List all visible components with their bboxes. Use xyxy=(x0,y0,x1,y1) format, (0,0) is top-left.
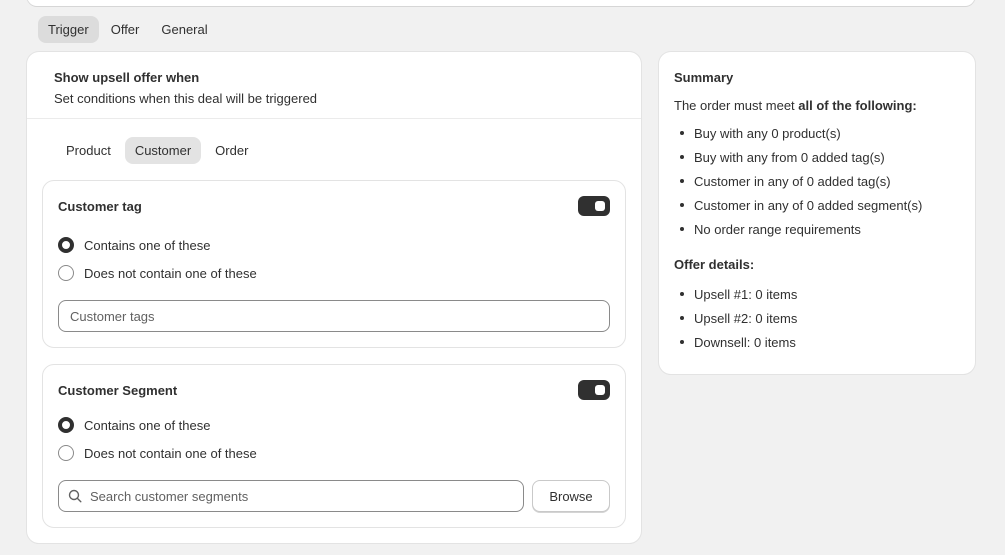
browse-button[interactable]: Browse xyxy=(532,480,610,512)
list-item: Buy with any 0 product(s) xyxy=(679,121,960,145)
radio-not-contains[interactable]: Does not contain one of these xyxy=(58,265,257,281)
list-item: Customer in any of 0 added segment(s) xyxy=(679,193,960,217)
radio-label: Contains one of these xyxy=(84,237,211,253)
customer-tags-input[interactable]: Customer tags xyxy=(58,300,610,332)
radio-unchecked-icon[interactable] xyxy=(58,265,74,281)
intro-prefix: The order must meet xyxy=(674,98,799,113)
tab-general[interactable]: General xyxy=(151,16,217,43)
customer-tag-toggle[interactable] xyxy=(578,196,610,216)
radio-contains[interactable]: Contains one of these xyxy=(58,417,210,433)
condition-tabs: Product Customer Order xyxy=(56,137,258,164)
section-title: Customer Segment xyxy=(58,383,178,398)
tab-customer[interactable]: Customer xyxy=(124,137,202,164)
radio-label: Contains one of these xyxy=(84,417,211,433)
summary-title: Summary xyxy=(674,70,734,85)
list-item: Downsell: 0 items xyxy=(679,330,960,354)
segment-search-input[interactable]: Search customer segments xyxy=(58,480,524,512)
customer-segment-section: Customer Segment Contains one of these D… xyxy=(42,364,626,528)
summary-intro: The order must meet all of the following… xyxy=(674,98,960,113)
list-item: Buy with any from 0 added tag(s) xyxy=(679,145,960,169)
radio-unchecked-icon[interactable] xyxy=(58,445,74,461)
list-item: Upsell #2: 0 items xyxy=(679,306,960,330)
main-tabs: Trigger Offer General xyxy=(38,16,218,43)
tab-product[interactable]: Product xyxy=(56,137,121,164)
card-header: Show upsell offer when Set conditions wh… xyxy=(27,52,641,119)
radio-label: Does not contain one of these xyxy=(84,265,257,281)
card-title: Show upsell offer when xyxy=(54,70,200,85)
input-placeholder: Search customer segments xyxy=(90,488,249,504)
offer-list: Upsell #1: 0 items Upsell #2: 0 items Do… xyxy=(674,282,960,354)
summary-list: Buy with any 0 product(s) Buy with any f… xyxy=(674,121,960,241)
tab-order[interactable]: Order xyxy=(205,137,258,164)
list-item: Upsell #1: 0 items xyxy=(679,282,960,306)
card-subtitle: Set conditions when this deal will be tr… xyxy=(54,91,318,106)
customer-tag-section: Customer tag Contains one of these Does … xyxy=(42,180,626,348)
list-item: Customer in any of 0 added tag(s) xyxy=(679,169,960,193)
tab-offer[interactable]: Offer xyxy=(101,16,150,43)
offer-details-title: Offer details: xyxy=(674,257,755,272)
summary-card: Summary The order must meet all of the f… xyxy=(659,52,975,374)
radio-checked-icon[interactable] xyxy=(58,417,74,433)
intro-bold: all of the following: xyxy=(798,98,917,113)
radio-label: Does not contain one of these xyxy=(84,445,257,461)
radio-not-contains[interactable]: Does not contain one of these xyxy=(58,445,257,461)
tab-trigger[interactable]: Trigger xyxy=(38,16,99,43)
section-title: Customer tag xyxy=(58,199,142,214)
radio-checked-icon[interactable] xyxy=(58,237,74,253)
customer-segment-toggle[interactable] xyxy=(578,380,610,400)
trigger-conditions-card: Show upsell offer when Set conditions wh… xyxy=(27,52,641,543)
radio-contains[interactable]: Contains one of these xyxy=(58,237,210,253)
search-icon xyxy=(68,489,82,503)
input-placeholder: Customer tags xyxy=(70,308,155,324)
list-item: No order range requirements xyxy=(679,217,960,241)
top-card-edge xyxy=(27,0,975,6)
